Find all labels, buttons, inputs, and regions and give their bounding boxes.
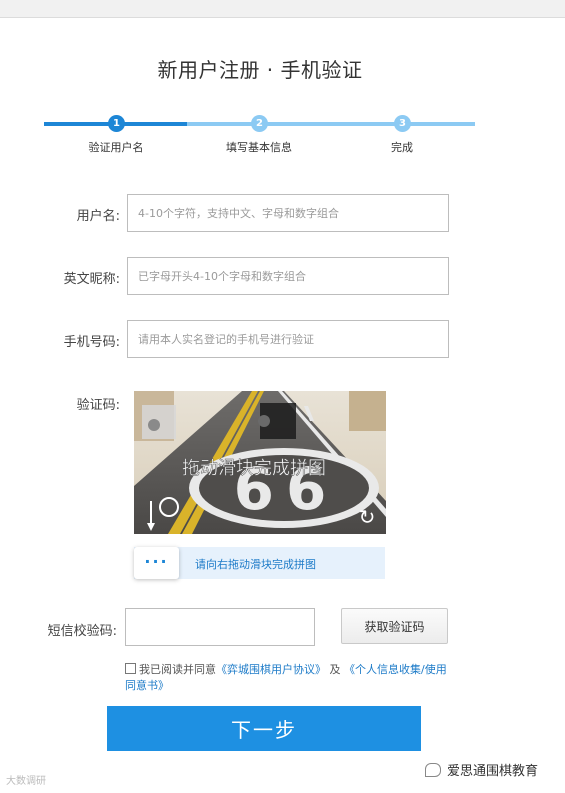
sms-code-input[interactable]: [125, 608, 315, 646]
get-code-button[interactable]: 获取验证码: [341, 608, 448, 644]
slider-hint: 请向右拖动滑块完成拼图: [195, 558, 316, 571]
step-1-dot: 1: [108, 115, 125, 132]
step-line-pending: [187, 122, 475, 126]
captcha-label: 验证码:: [76, 398, 120, 413]
watermark-right-text: 爱思通围棋教育: [447, 764, 539, 779]
username-label: 用户名:: [76, 209, 120, 224]
slider-handle[interactable]: ···: [134, 547, 179, 579]
username-input[interactable]: [127, 194, 449, 232]
step-2-label: 填写基本信息: [226, 141, 292, 154]
watermark-left: 大数调研: [6, 776, 46, 787]
page-title: 新用户注册 · 手机验证: [157, 58, 363, 82]
step-3-dot: 3: [394, 115, 411, 132]
refresh-icon[interactable]: ↻: [356, 506, 378, 528]
agree-checkbox[interactable]: [125, 663, 136, 674]
nickname-label: 英文昵称:: [63, 272, 120, 287]
step-3-label: 完成: [391, 141, 413, 154]
sms-code-label: 短信校验码:: [47, 624, 117, 639]
agreement-prefix: 我已阅读并同意: [139, 663, 216, 676]
step-1-label: 验证用户名: [88, 141, 144, 154]
step-2-dot: 2: [251, 115, 268, 132]
watermark-right: 爱思通围棋教育: [425, 760, 538, 779]
chat-bubble-icon: [425, 763, 441, 777]
agreement: 我已阅读并同意《弈城围棋用户协议》 及 《个人信息收集/使用同意书》: [125, 662, 455, 694]
user-agreement-link[interactable]: 《弈城围棋用户协议》: [216, 663, 326, 676]
captcha-puzzle-image: 66 拖动滑块完成拼图 ↻: [134, 391, 386, 534]
phone-input[interactable]: [127, 320, 449, 358]
next-step-button[interactable]: 下一步: [107, 706, 421, 751]
agreement-and: 及: [329, 663, 341, 676]
phone-label: 手机号码:: [63, 335, 120, 350]
window-top-bar: [0, 0, 565, 18]
captcha-overlay-text: 拖动滑块完成拼图: [182, 458, 326, 479]
english-nickname-input[interactable]: [127, 257, 449, 295]
